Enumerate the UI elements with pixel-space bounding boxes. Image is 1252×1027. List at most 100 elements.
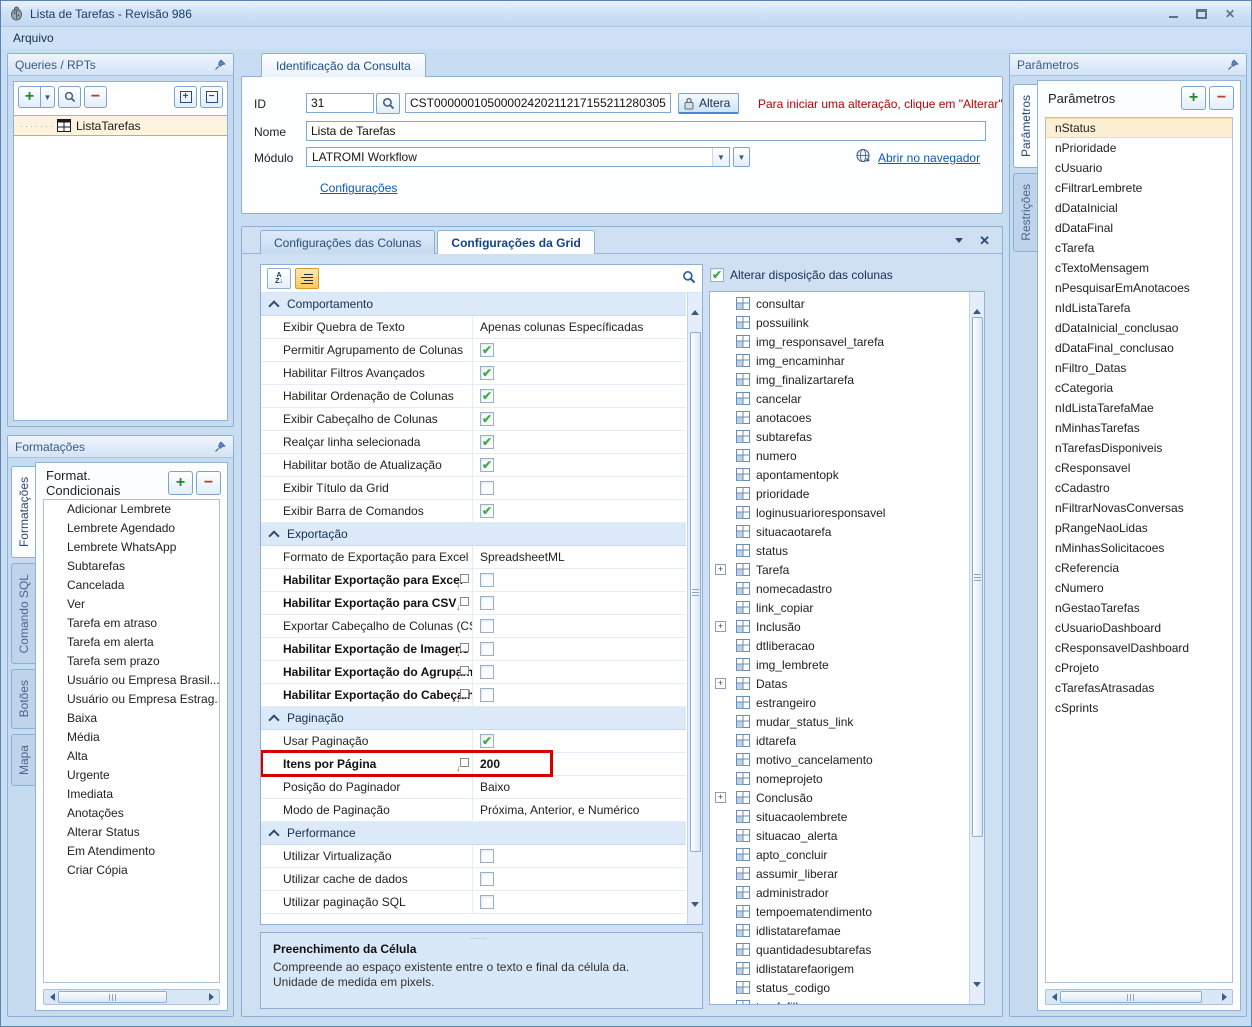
chevron-down-icon[interactable]: ▼ xyxy=(712,148,729,166)
parameter-item[interactable]: nMinhasSolicitacoes xyxy=(1046,538,1232,558)
nome-input[interactable] xyxy=(306,121,986,141)
checkbox[interactable]: ✔ xyxy=(480,895,494,909)
configuracoes-link[interactable]: Configurações xyxy=(320,181,397,195)
minimize-button[interactable] xyxy=(1169,10,1178,18)
add-query-button[interactable]: + xyxy=(18,86,41,108)
column-item[interactable]: consultar xyxy=(710,294,968,313)
list-item[interactable]: Média xyxy=(44,728,219,747)
column-item[interactable]: idlistatarefamae xyxy=(710,921,968,940)
column-item[interactable]: idlistatarefaorigem xyxy=(710,959,968,978)
checkbox[interactable]: ✔ xyxy=(480,389,494,403)
property-row[interactable]: Permitir Agrupamento de Colunas ✔ xyxy=(261,339,686,362)
altera-button[interactable]: Altera xyxy=(678,93,739,114)
property-category-row[interactable]: Exportação xyxy=(261,523,686,546)
tab-identificacao-da-consulta[interactable]: Identificação da Consulta xyxy=(261,53,426,77)
list-item[interactable]: Baixa xyxy=(44,709,219,728)
parameter-item[interactable]: nIdListaTarefaMae xyxy=(1046,398,1232,418)
expand-all-button[interactable]: + xyxy=(174,86,197,108)
parameter-item[interactable]: cTextoMensagem xyxy=(1046,258,1232,278)
inherit-icon[interactable] xyxy=(457,597,469,609)
property-row[interactable]: Realçar linha selecionada ✔ xyxy=(261,431,686,454)
property-row[interactable]: Posição do Paginador Baixo xyxy=(261,776,686,799)
parameter-item[interactable]: cNumero xyxy=(1046,578,1232,598)
collapse-icon[interactable] xyxy=(268,829,279,840)
column-item[interactable]: img_finalizartarefa xyxy=(710,370,968,389)
open-in-browser-link[interactable]: Abrir no navegador xyxy=(878,151,980,165)
list-item[interactable]: Anotações xyxy=(44,804,219,823)
collapse-icon[interactable] xyxy=(268,530,279,541)
list-item[interactable]: Alta xyxy=(44,747,219,766)
expand-icon[interactable]: + xyxy=(715,621,726,632)
list-item[interactable]: Adicionar Lembrete xyxy=(44,500,219,519)
column-item[interactable]: possuilink xyxy=(710,313,968,332)
grid-config-tab[interactable]: Configurações da Grid xyxy=(437,230,594,254)
parameter-item[interactable]: cSprints xyxy=(1046,698,1232,718)
scroll-down-button[interactable] xyxy=(973,987,981,1001)
checkbox[interactable]: ✔ xyxy=(480,435,494,449)
inherit-icon[interactable] xyxy=(457,574,469,586)
grid-config-tab[interactable]: Configurações das Colunas xyxy=(260,230,435,254)
column-item[interactable]: idtarefa xyxy=(710,731,968,750)
parameter-item[interactable]: cCategoria xyxy=(1046,378,1232,398)
scroll-right-button[interactable] xyxy=(1218,993,1230,1001)
property-row[interactable]: Habilitar Exportação do Agrupame. ✔ xyxy=(261,661,686,684)
inherit-icon[interactable] xyxy=(457,689,469,701)
property-category-row[interactable]: Performance xyxy=(261,822,686,845)
parameter-item[interactable]: dDataFinal xyxy=(1046,218,1232,238)
remove-query-button[interactable]: − xyxy=(84,86,107,108)
parameter-item[interactable]: nPesquisarEmAnotacoes xyxy=(1046,278,1232,298)
column-item[interactable]: link_copiar xyxy=(710,598,968,617)
side-tab[interactable]: Formatações xyxy=(11,466,35,558)
panel-close-icon[interactable]: ✕ xyxy=(979,234,990,247)
checkbox[interactable]: ✔ xyxy=(480,596,494,610)
parameter-item[interactable]: nGestaoTarefas xyxy=(1046,598,1232,618)
parameter-item[interactable]: cTarefasAtrasadas xyxy=(1046,678,1232,698)
checkbox[interactable]: ✔ xyxy=(480,504,494,518)
menu-item-arquivo[interactable]: Arquivo xyxy=(13,31,54,45)
collapse-icon[interactable] xyxy=(268,714,279,725)
property-row[interactable]: Exibir Barra de Comandos ✔ xyxy=(261,500,686,523)
column-item[interactable]: numero xyxy=(710,446,968,465)
parameter-item[interactable]: cResponsavel xyxy=(1046,458,1232,478)
parameter-item[interactable]: dDataInicial xyxy=(1046,198,1232,218)
column-item[interactable]: status xyxy=(710,541,968,560)
add-format-button[interactable]: + xyxy=(168,471,193,495)
splitter-grip[interactable]: ⋯⋯ xyxy=(470,934,488,943)
list-item[interactable]: Lembrete Agendado xyxy=(44,519,219,538)
scroll-left-button[interactable] xyxy=(1048,993,1060,1001)
columns-vertical-scrollbar[interactable] xyxy=(969,292,984,1004)
checkbox[interactable]: ✔ xyxy=(480,366,494,380)
parameter-item[interactable]: nTarefasDisponiveis xyxy=(1046,438,1232,458)
scroll-right-button[interactable] xyxy=(205,993,217,1001)
property-row[interactable]: Habilitar Exportação do Cabeçalho. ✔ xyxy=(261,684,686,707)
checkbox[interactable]: ✔ xyxy=(480,872,494,886)
parameters-horizontal-scrollbar[interactable] xyxy=(1045,989,1233,1005)
property-row[interactable]: Habilitar Ordenação de Colunas ✔ xyxy=(261,385,686,408)
column-item[interactable]: mudar_status_link xyxy=(710,712,968,731)
list-item[interactable]: Usuário ou Empresa Brasil... xyxy=(44,671,219,690)
column-item[interactable]: loginusuarioresponsavel xyxy=(710,503,968,522)
search-query-button[interactable] xyxy=(58,86,81,108)
property-row[interactable]: Exibir Cabeçalho de Colunas ✔ xyxy=(261,408,686,431)
column-item[interactable]: img_encaminhar xyxy=(710,351,968,370)
column-item[interactable]: nomeprojeto xyxy=(710,769,968,788)
property-row[interactable]: Habilitar Exportação para Excel ✔ xyxy=(261,569,686,592)
property-row[interactable]: Habilitar Filtros Avançados ✔ xyxy=(261,362,686,385)
column-item[interactable]: situacao_alerta xyxy=(710,826,968,845)
column-item[interactable]: dtliberacao xyxy=(710,636,968,655)
property-row[interactable]: Itens por Página 200 xyxy=(261,753,686,776)
parameter-item[interactable]: cResponsavelDashboard xyxy=(1046,638,1232,658)
pin-icon[interactable] xyxy=(1227,59,1239,71)
parameter-item[interactable]: cProjeto xyxy=(1046,658,1232,678)
scroll-up-button[interactable] xyxy=(691,296,699,310)
search-id-button[interactable] xyxy=(376,93,400,114)
scrollbar-thumb[interactable] xyxy=(690,332,701,852)
property-row[interactable]: Utilizar cache de dados ✔ xyxy=(261,868,686,891)
column-item[interactable]: anotacoes xyxy=(710,408,968,427)
column-item[interactable]: apontamentopk xyxy=(710,465,968,484)
sort-az-button[interactable]: AZ↓ xyxy=(267,268,291,289)
parameter-item[interactable]: nMinhasTarefas xyxy=(1046,418,1232,438)
column-item[interactable]: assumir_liberar xyxy=(710,864,968,883)
side-tab[interactable]: Restrições xyxy=(1013,173,1037,252)
scrollbar-thumb[interactable] xyxy=(58,991,167,1003)
